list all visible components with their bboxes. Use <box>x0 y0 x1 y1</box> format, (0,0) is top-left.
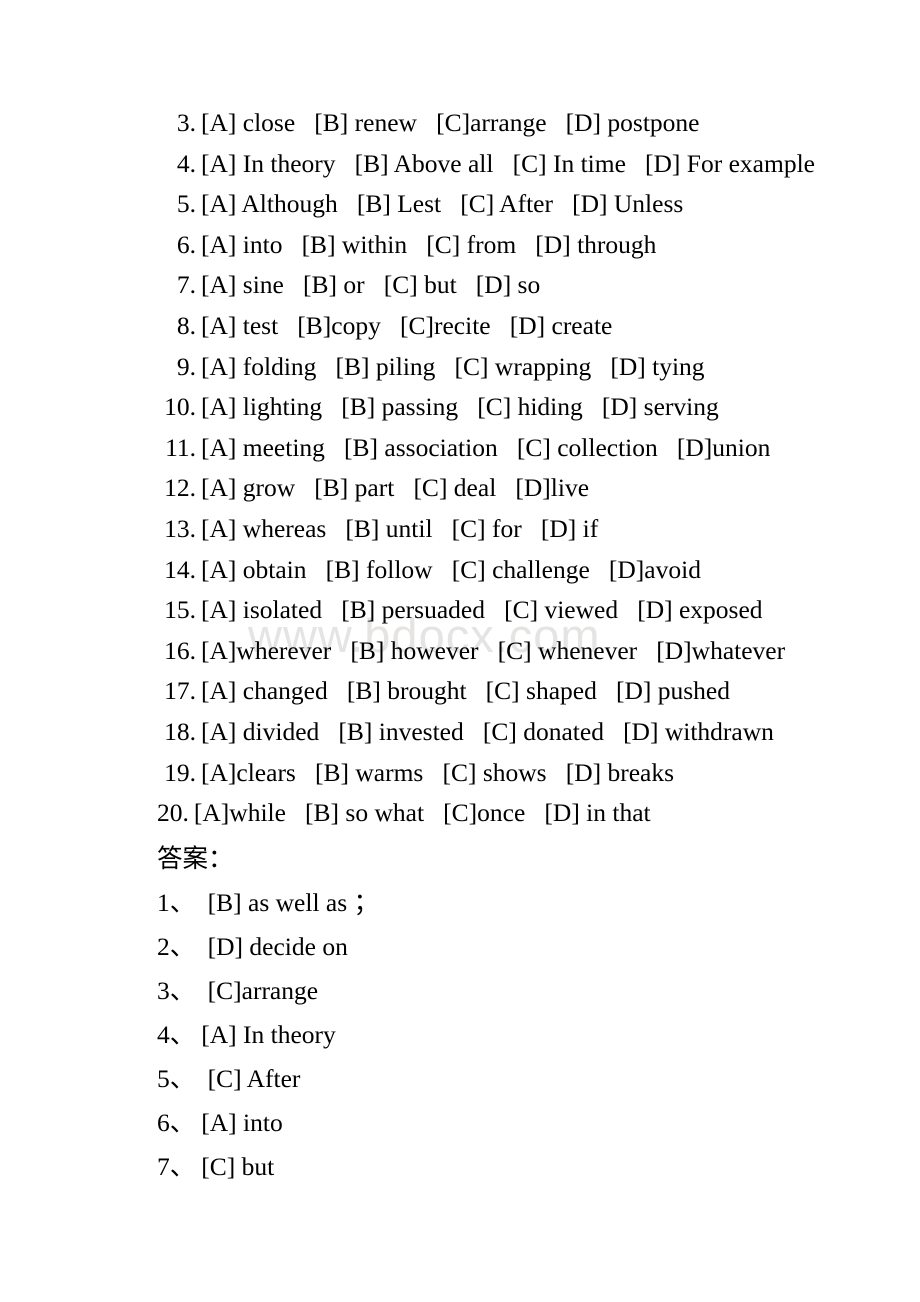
question-number: 10. <box>164 392 196 422</box>
question-number: 11. <box>165 432 196 462</box>
question-row: 8. [A] test [B]copy [C]recite [D] create <box>0 311 920 352</box>
question-options: [A] Although [B] Lest [C] After [D] Unle… <box>201 189 684 219</box>
question-row: 18. [A] divided [B] invested [C] donated … <box>0 717 920 758</box>
question-options: [A]while [B] so what [C]once [D] in that <box>193 798 651 828</box>
question-options: [A] into [B] within [C] from [D] through <box>201 229 657 259</box>
answer-row: 6、 [A] into <box>157 1102 379 1146</box>
answer-number: 5、 <box>157 1064 196 1093</box>
question-number: 9. <box>176 351 196 381</box>
question-row: 7. [A] sine [B] or [C] but [D] so <box>0 270 920 311</box>
question-options: [A] whereas [B] until [C] for [D] if <box>201 513 599 543</box>
question-row: 15. [A] isolated [B] persuaded [C] viewed… <box>0 595 920 636</box>
question-options: [A] isolated [B] persuaded [C] viewed [D… <box>201 595 763 625</box>
question-number: 3. <box>176 108 196 137</box>
question-row: 9. [A] folding [B] piling [C] wrapping [D… <box>0 352 920 393</box>
question-options: [A] test [B]copy [C]recite [D] create <box>201 310 613 340</box>
question-row: 6. [A] into [B] within [C] from [D] throu… <box>0 230 920 271</box>
question-row: 3. [A] close [B] renew [C]arrange [D] pos… <box>0 108 920 149</box>
question-row: 10. [A] lighting [B] passing [C] hiding [… <box>0 392 920 433</box>
answer-text: [D] decide on <box>201 932 348 961</box>
question-number: 12. <box>164 473 196 503</box>
answer-number: 7、 <box>157 1152 196 1181</box>
question-options: [A] changed [B] brought [C] shaped [D] p… <box>201 676 730 706</box>
question-row: 16. [A]wherever [B] however [C] whenever … <box>0 636 920 677</box>
question-options: [A]clears [B] warms [C] shows [D] breaks <box>201 757 675 787</box>
question-number: 14. <box>164 554 196 584</box>
question-number: 18. <box>164 716 196 746</box>
document-page: www.bdocx.com 3. [A] close [B] renew [C]a… <box>0 0 920 1302</box>
question-options: [A] divided [B] invested [C] donated [D]… <box>201 716 774 746</box>
answer-text: [C]arrange <box>201 976 319 1005</box>
answer-text: [B] as well as ； <box>201 888 380 917</box>
question-options: [A] sine [B] or [C] but [D] so <box>201 270 541 300</box>
question-number: 19. <box>164 757 196 787</box>
answer-number: 4、 <box>157 1020 196 1049</box>
answer-row: 1、 [B] as well as ； <box>157 882 379 926</box>
answer-row: 2、 [D] decide on <box>157 926 379 970</box>
question-options-list: 3. [A] close [B] renew [C]arrange [D] pos… <box>0 108 920 839</box>
question-row: 19. [A]clears [B] warms [C] shows [D] bre… <box>0 758 920 799</box>
answer-number: 1、 <box>157 888 196 917</box>
question-number: 4. <box>176 148 196 178</box>
answers-heading: 答案： <box>157 844 234 873</box>
question-number: 5. <box>176 189 196 219</box>
question-number: 17. <box>164 676 196 706</box>
answers-list: 1、 [B] as well as ； 2、 [D] decide on 3、 [C… <box>157 882 379 1190</box>
answer-number: 6、 <box>157 1108 196 1137</box>
question-row: 17. [A] changed [B] brought [C] shaped [D… <box>0 676 920 717</box>
question-number: 6. <box>176 229 196 259</box>
answer-text: [C] After <box>201 1064 301 1093</box>
question-row: 12. [A] grow [B] part [C] deal [D]live <box>0 473 920 514</box>
question-options: [A]wherever [B] however [C] whenever [D]… <box>201 635 786 665</box>
question-row: 14. [A] obtain [B] follow [C] challenge [… <box>0 555 920 596</box>
question-row: 4. [A] In theory [B] Above all [C] In tim… <box>0 149 920 190</box>
answer-text: [A] In theory <box>201 1020 336 1049</box>
question-options: [A] close [B] renew [C]arrange [D] postp… <box>201 108 700 137</box>
question-row: 5. [A] Although [B] Lest [C] After [D] Un… <box>0 189 920 230</box>
question-options: [A] lighting [B] passing [C] hiding [D] … <box>201 392 719 422</box>
question-number: 16. <box>164 635 196 665</box>
answer-row: 4、 [A] In theory <box>157 1014 379 1058</box>
answer-row: 5、 [C] After <box>157 1058 379 1102</box>
question-options: [A] obtain [B] follow [C] challenge [D]a… <box>201 554 701 584</box>
question-row: 20. [A]while [B] so what [C]once [D] in t… <box>0 798 920 839</box>
question-options: [A] meeting [B] association [C] collecti… <box>201 432 771 462</box>
question-number: 8. <box>176 310 196 340</box>
answer-text: [A] into <box>201 1108 283 1137</box>
answer-text: [C] but <box>201 1152 275 1181</box>
question-row: 11. [A] meeting [B] association [C] colle… <box>0 433 920 474</box>
question-number: 13. <box>164 513 196 543</box>
question-number: 15. <box>164 595 196 625</box>
answer-row: 7、 [C] but <box>157 1146 379 1190</box>
answer-number: 3、 <box>157 976 196 1005</box>
answer-number: 2、 <box>157 932 196 961</box>
question-row: 13. [A] whereas [B] until [C] for [D] if <box>0 514 920 555</box>
answer-row: 3、 [C]arrange <box>157 970 379 1014</box>
question-options: [A] In theory [B] Above all [C] In time … <box>201 148 815 178</box>
question-number: 7. <box>176 270 196 300</box>
question-options: [A] folding [B] piling [C] wrapping [D] … <box>201 351 705 381</box>
question-number: 20. <box>157 798 189 828</box>
question-options: [A] grow [B] part [C] deal [D]live <box>201 473 590 503</box>
